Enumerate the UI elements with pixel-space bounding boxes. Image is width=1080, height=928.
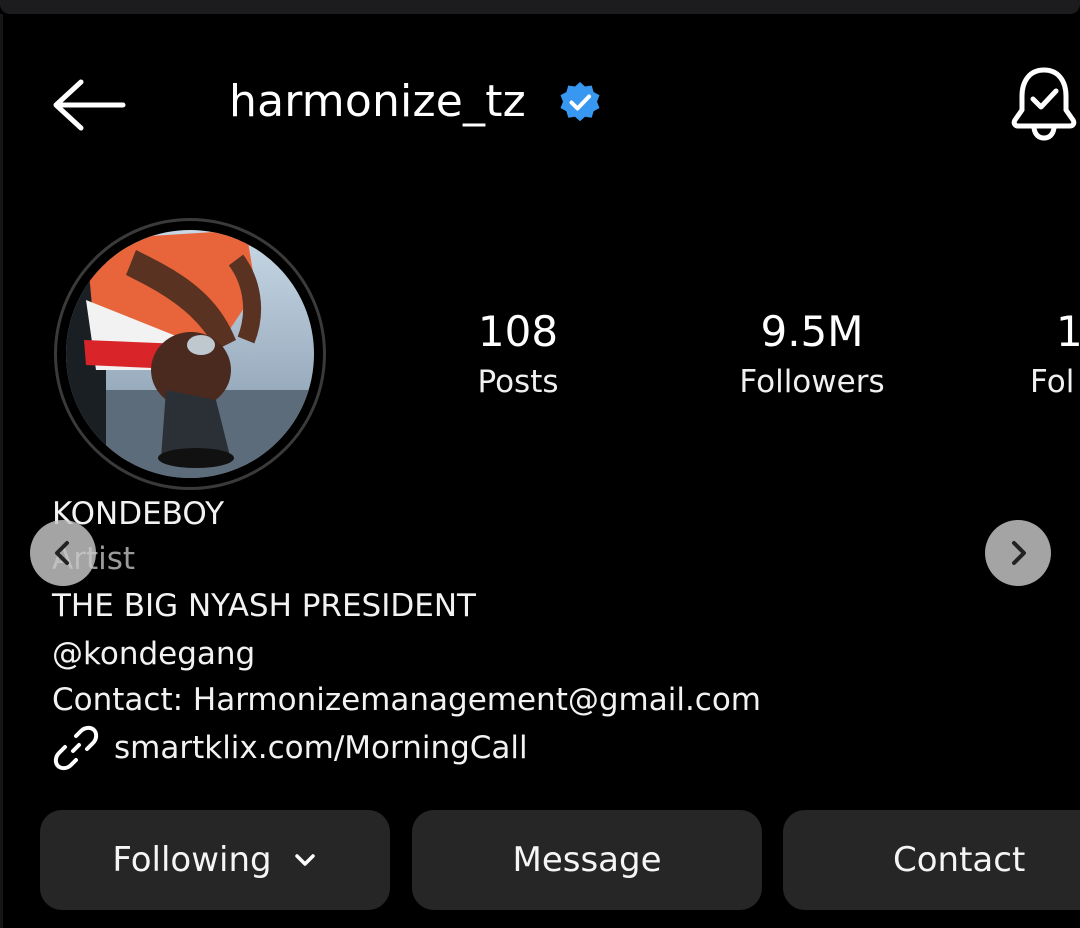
back-button[interactable] <box>48 72 130 138</box>
following-button[interactable]: Following <box>40 810 390 910</box>
bell-check-icon <box>1011 67 1077 141</box>
following-stat[interactable]: 1, Fol <box>1030 304 1080 404</box>
followers-count: 9.5M <box>760 307 864 356</box>
followers-stat[interactable]: 9.5M Followers <box>712 304 912 404</box>
left-edge <box>0 14 3 928</box>
chevron-right-icon <box>1012 541 1026 565</box>
bio-link-text[interactable]: smartklix.com/MorningCall <box>114 726 528 770</box>
profile-photo <box>66 230 314 478</box>
contact-button[interactable]: Contact <box>783 810 1080 910</box>
carousel-next-button[interactable] <box>985 520 1051 586</box>
verified-badge-icon <box>560 82 600 122</box>
bio-link[interactable]: smartklix.com/MorningCall <box>52 724 528 772</box>
posts-label: Posts <box>477 364 559 400</box>
chevron-left-icon <box>55 541 69 565</box>
link-icon <box>53 725 99 771</box>
notifications-button[interactable] <box>1008 62 1080 142</box>
chevron-down-icon <box>294 854 315 866</box>
avatar[interactable] <box>66 230 314 478</box>
contact-button-label: Contact <box>893 840 1026 880</box>
posts-stat[interactable]: 108 Posts <box>448 304 588 404</box>
following-button-label: Following <box>112 840 272 880</box>
top-strip <box>0 0 1080 14</box>
bio-handle[interactable]: @kondegang <box>52 632 255 676</box>
profile-username: harmonize_tz <box>229 76 526 127</box>
carousel-prev-button[interactable] <box>30 520 96 586</box>
bio-tagline: THE BIG NYASH PRESIDENT <box>52 588 476 624</box>
message-button[interactable]: Message <box>412 810 762 910</box>
arrow-left-icon <box>53 79 126 131</box>
following-count: 1, <box>1056 307 1080 356</box>
posts-count: 108 <box>477 307 559 356</box>
followers-label: Followers <box>739 364 885 400</box>
message-button-label: Message <box>512 840 662 880</box>
following-label: Fol <box>1030 364 1075 400</box>
bio-contact[interactable]: Contact: Harmonizemanagement@gmail.com <box>52 678 761 722</box>
